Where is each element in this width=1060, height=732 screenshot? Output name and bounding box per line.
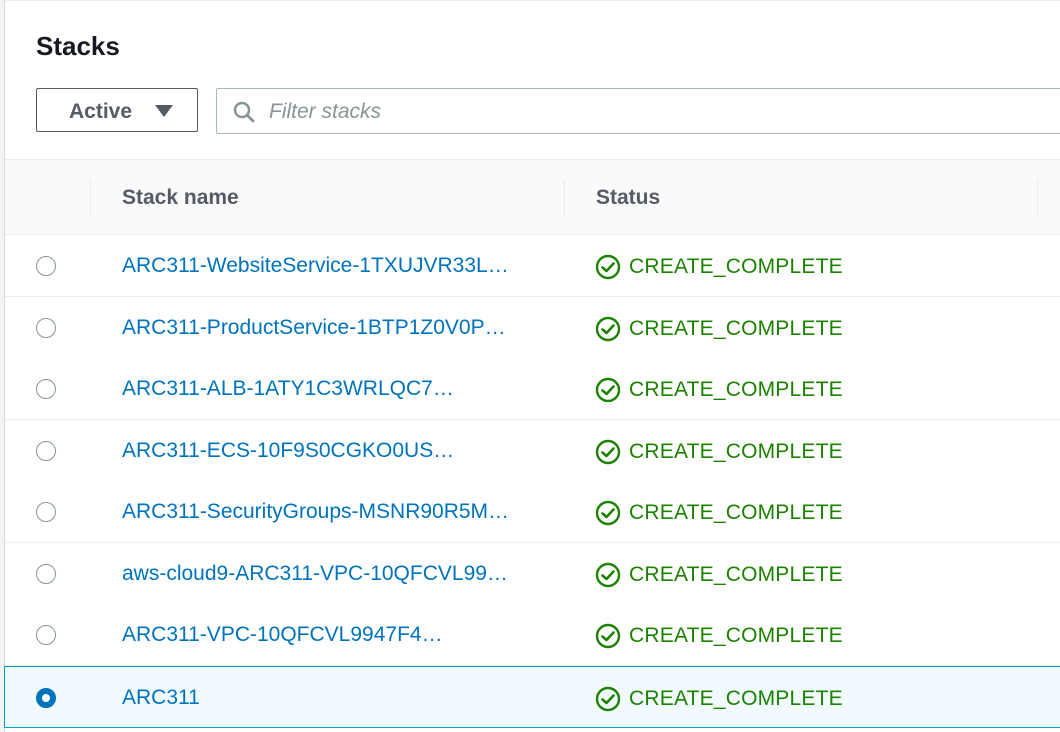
- check-circle-icon: [595, 254, 621, 280]
- status-text: CREATE_COMPLETE: [629, 624, 843, 647]
- check-circle-icon: [595, 686, 621, 712]
- status-cell: CREATE_COMPLETE: [595, 316, 843, 342]
- stack-name-link[interactable]: ARC311-WebsiteService-1TXUJVR33L…: [122, 254, 509, 278]
- check-circle-icon: [595, 377, 621, 403]
- column-divider: [90, 180, 91, 216]
- status-text: CREATE_COMPLETE: [629, 378, 843, 401]
- status-cell: CREATE_COMPLETE: [595, 623, 843, 649]
- check-circle-icon: [595, 439, 621, 465]
- status-text: CREATE_COMPLETE: [629, 317, 843, 340]
- status-filter-value: Active: [69, 100, 133, 123]
- status-text: CREATE_COMPLETE: [629, 563, 843, 586]
- stacks-panel: Stacks Active Stack name Status ARC311-W…: [4, 0, 1060, 732]
- column-divider: [1037, 180, 1038, 216]
- status-cell: CREATE_COMPLETE: [595, 377, 843, 403]
- check-circle-icon: [595, 500, 621, 526]
- row-select-radio[interactable]: [36, 441, 56, 461]
- row-select-radio[interactable]: [36, 625, 56, 645]
- status-text: CREATE_COMPLETE: [629, 440, 843, 463]
- table-row[interactable]: ARC311-SecurityGroups-MSNR90R5M… CREATE_…: [5, 481, 1060, 543]
- stack-name-link[interactable]: ARC311-ProductService-1BTP1Z0V0P…: [122, 316, 506, 340]
- row-select-radio[interactable]: [36, 256, 56, 276]
- caret-down-icon: [155, 105, 173, 117]
- status-text: CREATE_COMPLETE: [629, 687, 843, 710]
- status-cell: CREATE_COMPLETE: [595, 562, 843, 588]
- row-select-radio[interactable]: [36, 688, 56, 708]
- page-title: Stacks: [36, 31, 120, 61]
- table-row[interactable]: ARC311-VPC-10QFCVL9947F4… CREATE_COMPLET…: [5, 604, 1060, 666]
- status-text: CREATE_COMPLETE: [629, 501, 843, 524]
- row-select-radio[interactable]: [36, 502, 56, 522]
- filter-stacks-search[interactable]: [216, 88, 1060, 134]
- table-row[interactable]: ARC311-ECS-10F9S0CGKO0US… CREATE_COMPLET…: [5, 420, 1060, 482]
- status-cell: CREATE_COMPLETE: [595, 439, 843, 465]
- stack-name-link[interactable]: ARC311: [122, 686, 200, 710]
- column-header-stack-name[interactable]: Stack name: [122, 186, 239, 210]
- filter-stacks-input[interactable]: [267, 97, 971, 127]
- table-row[interactable]: ARC311-WebsiteService-1TXUJVR33L… CREATE…: [5, 235, 1060, 297]
- row-select-radio[interactable]: [36, 318, 56, 338]
- check-circle-icon: [595, 623, 621, 649]
- column-header-status[interactable]: Status: [596, 186, 660, 210]
- status-cell: CREATE_COMPLETE: [595, 254, 843, 280]
- status-filter-dropdown[interactable]: Active: [36, 88, 198, 132]
- stack-name-link[interactable]: ARC311-VPC-10QFCVL9947F4…: [122, 623, 443, 647]
- stack-name-link[interactable]: ARC311-SecurityGroups-MSNR90R5M…: [122, 500, 509, 524]
- column-divider: [564, 180, 565, 216]
- table-header: Stack name Status: [5, 159, 1060, 235]
- row-select-radio[interactable]: [36, 564, 56, 584]
- table-row[interactable]: ARC311-ProductService-1BTP1Z0V0P… CREATE…: [5, 297, 1060, 359]
- check-circle-icon: [595, 316, 621, 342]
- search-icon: [233, 101, 255, 123]
- check-circle-icon: [595, 562, 621, 588]
- table-row[interactable]: ARC311 CREATE_COMPLETE: [4, 666, 1060, 728]
- table-row[interactable]: aws-cloud9-ARC311-VPC-10QFCVL99… CREATE_…: [5, 543, 1060, 605]
- status-text: CREATE_COMPLETE: [629, 255, 843, 278]
- row-select-radio[interactable]: [36, 379, 56, 399]
- status-cell: CREATE_COMPLETE: [595, 500, 843, 526]
- stack-name-link[interactable]: ARC311-ALB-1ATY1C3WRLQC7…: [122, 377, 454, 401]
- table-row[interactable]: ARC311-ALB-1ATY1C3WRLQC7… CREATE_COMPLET…: [5, 358, 1060, 420]
- stack-name-link[interactable]: aws-cloud9-ARC311-VPC-10QFCVL99…: [122, 562, 508, 586]
- status-cell: CREATE_COMPLETE: [595, 686, 843, 712]
- stack-name-link[interactable]: ARC311-ECS-10F9S0CGKO0US…: [122, 439, 454, 463]
